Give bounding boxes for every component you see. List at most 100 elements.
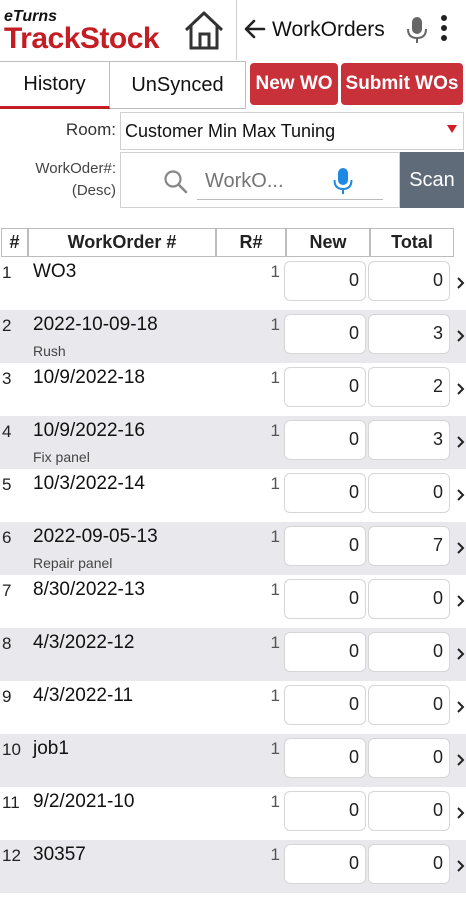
workorder-label-line1: WorkOder#: — [35, 160, 116, 177]
r-number: 1 — [270, 686, 280, 705]
r-number: 1 — [270, 368, 280, 387]
new-wo-button[interactable]: New WO — [250, 63, 338, 105]
table-row[interactable]: 12 30357 1 0 0 — [0, 840, 466, 893]
total-count: 2 — [368, 367, 450, 407]
search-input[interactable] — [205, 167, 305, 195]
r-number: 1 — [270, 474, 280, 493]
row-number: 9 — [2, 687, 12, 706]
chevron-right-icon[interactable] — [456, 275, 466, 291]
row-number: 12 — [2, 846, 21, 865]
total-count: 0 — [368, 473, 450, 513]
table-row[interactable]: 11 9/2/2021-10 1 0 0 — [0, 787, 466, 840]
new-count: 0 — [284, 791, 366, 831]
table-row[interactable]: 3 10/9/2022-18 1 0 2 — [0, 363, 466, 416]
workorder-number: 2022-09-05-13 — [33, 526, 158, 547]
row-number: 8 — [2, 634, 12, 653]
workorder-number: 8/30/2022-13 — [33, 579, 145, 600]
total-count: 7 — [368, 526, 450, 566]
row-number: 1 — [2, 263, 12, 282]
chevron-right-icon[interactable] — [456, 752, 466, 768]
voice-search-mic-icon[interactable] — [333, 167, 353, 195]
new-count: 0 — [284, 367, 366, 407]
row-number: 6 — [2, 528, 12, 547]
new-count: 0 — [284, 844, 366, 884]
new-count: 0 — [284, 420, 366, 460]
table-row[interactable]: 10 job1 1 0 0 — [0, 734, 466, 787]
new-count: 0 — [284, 579, 366, 619]
new-count: 0 — [284, 314, 366, 354]
table-row[interactable]: 4 10/9/2022-16 Fix panel 1 0 3 — [0, 416, 466, 469]
workorder-number: 2022-10-09-18 — [33, 314, 158, 335]
dropdown-caret-icon — [447, 125, 457, 133]
r-number: 1 — [270, 580, 280, 599]
table-row[interactable]: 5 10/3/2022-14 1 0 0 — [0, 469, 466, 522]
new-count: 0 — [284, 738, 366, 778]
total-count: 3 — [368, 314, 450, 354]
total-count: 0 — [368, 632, 450, 672]
column-header-workorder[interactable]: WorkOrder # — [28, 228, 216, 257]
page-title: WorkOrders — [272, 18, 385, 41]
chevron-right-icon[interactable] — [456, 805, 466, 821]
chevron-right-icon[interactable] — [456, 646, 466, 662]
r-number: 1 — [270, 739, 280, 758]
table-row[interactable]: 1 WO3 1 0 0 — [0, 257, 466, 310]
chevron-right-icon[interactable] — [456, 699, 466, 715]
total-count: 0 — [368, 791, 450, 831]
chevron-right-icon[interactable] — [456, 540, 466, 556]
app-logo: eTurns TrackStock — [4, 6, 182, 56]
row-number: 11 — [2, 793, 20, 812]
workorder-number: WO3 — [33, 261, 77, 282]
new-count: 0 — [284, 261, 366, 301]
header-divider — [236, 0, 237, 60]
room-select-value: Customer Min Max Tuning — [125, 121, 336, 141]
new-count: 0 — [284, 685, 366, 725]
workorder-description: Fix panel — [33, 449, 90, 465]
table-row[interactable]: 7 8/30/2022-13 1 0 0 — [0, 575, 466, 628]
column-header-num: # — [1, 228, 28, 257]
tab-history[interactable]: History — [0, 61, 110, 109]
workorder-label-line2: (Desc) — [71, 182, 116, 199]
table-row[interactable]: 9 4/3/2022-11 1 0 0 — [0, 681, 466, 734]
room-label: Room: — [65, 120, 116, 139]
logo-big-text: TrackStock — [4, 22, 160, 55]
scan-button[interactable]: Scan — [400, 152, 464, 208]
table-row[interactable]: 2 2022-10-09-18 Rush 1 0 3 — [0, 310, 466, 363]
chevron-right-icon[interactable] — [456, 328, 466, 344]
back-arrow-icon[interactable] — [242, 16, 268, 42]
mic-icon[interactable] — [406, 16, 428, 44]
column-header-new[interactable]: New — [286, 228, 370, 257]
new-count: 0 — [284, 526, 366, 566]
table-row[interactable]: 8 4/3/2022-12 1 0 0 — [0, 628, 466, 681]
total-count: 3 — [368, 420, 450, 460]
total-count: 0 — [368, 738, 450, 778]
column-header-r[interactable]: R# — [216, 228, 286, 257]
chevron-right-icon[interactable] — [456, 381, 466, 397]
r-number: 1 — [270, 633, 280, 652]
chevron-right-icon[interactable] — [456, 858, 466, 874]
room-select[interactable]: Customer Min Max Tuning — [120, 112, 464, 150]
total-count: 0 — [368, 261, 450, 301]
workorder-number: 10/9/2022-18 — [33, 367, 145, 388]
r-number: 1 — [270, 527, 280, 546]
tab-unsynced[interactable]: UnSynced — [110, 61, 246, 109]
workorder-number: 30357 — [33, 844, 86, 865]
more-vert-icon[interactable] — [438, 12, 450, 48]
chevron-right-icon[interactable] — [456, 434, 466, 450]
workorder-number: 9/2/2021-10 — [33, 791, 135, 812]
chevron-right-icon[interactable] — [456, 487, 466, 503]
workorder-description: Repair panel — [33, 555, 113, 571]
row-number: 7 — [2, 581, 12, 600]
submit-wos-button[interactable]: Submit WOs — [341, 63, 463, 105]
workorder-list: 1 WO3 1 0 0 2 2022-10-09-18 Rush 1 0 3 3… — [0, 257, 466, 893]
r-number: 1 — [270, 421, 280, 440]
home-icon[interactable] — [182, 8, 226, 52]
column-header-total[interactable]: Total — [370, 228, 454, 257]
row-number: 5 — [2, 475, 12, 494]
table-header: # WorkOrder # R# New Total — [0, 228, 466, 257]
table-row[interactable]: 6 2022-09-05-13 Repair panel 1 0 7 — [0, 522, 466, 575]
workorder-description: Rush — [33, 343, 66, 359]
workorder-number: 4/3/2022-11 — [33, 685, 134, 706]
chevron-right-icon[interactable] — [456, 593, 466, 609]
r-number: 1 — [270, 262, 280, 281]
tabs-row: History UnSynced New WO Submit WOs — [0, 61, 466, 109]
